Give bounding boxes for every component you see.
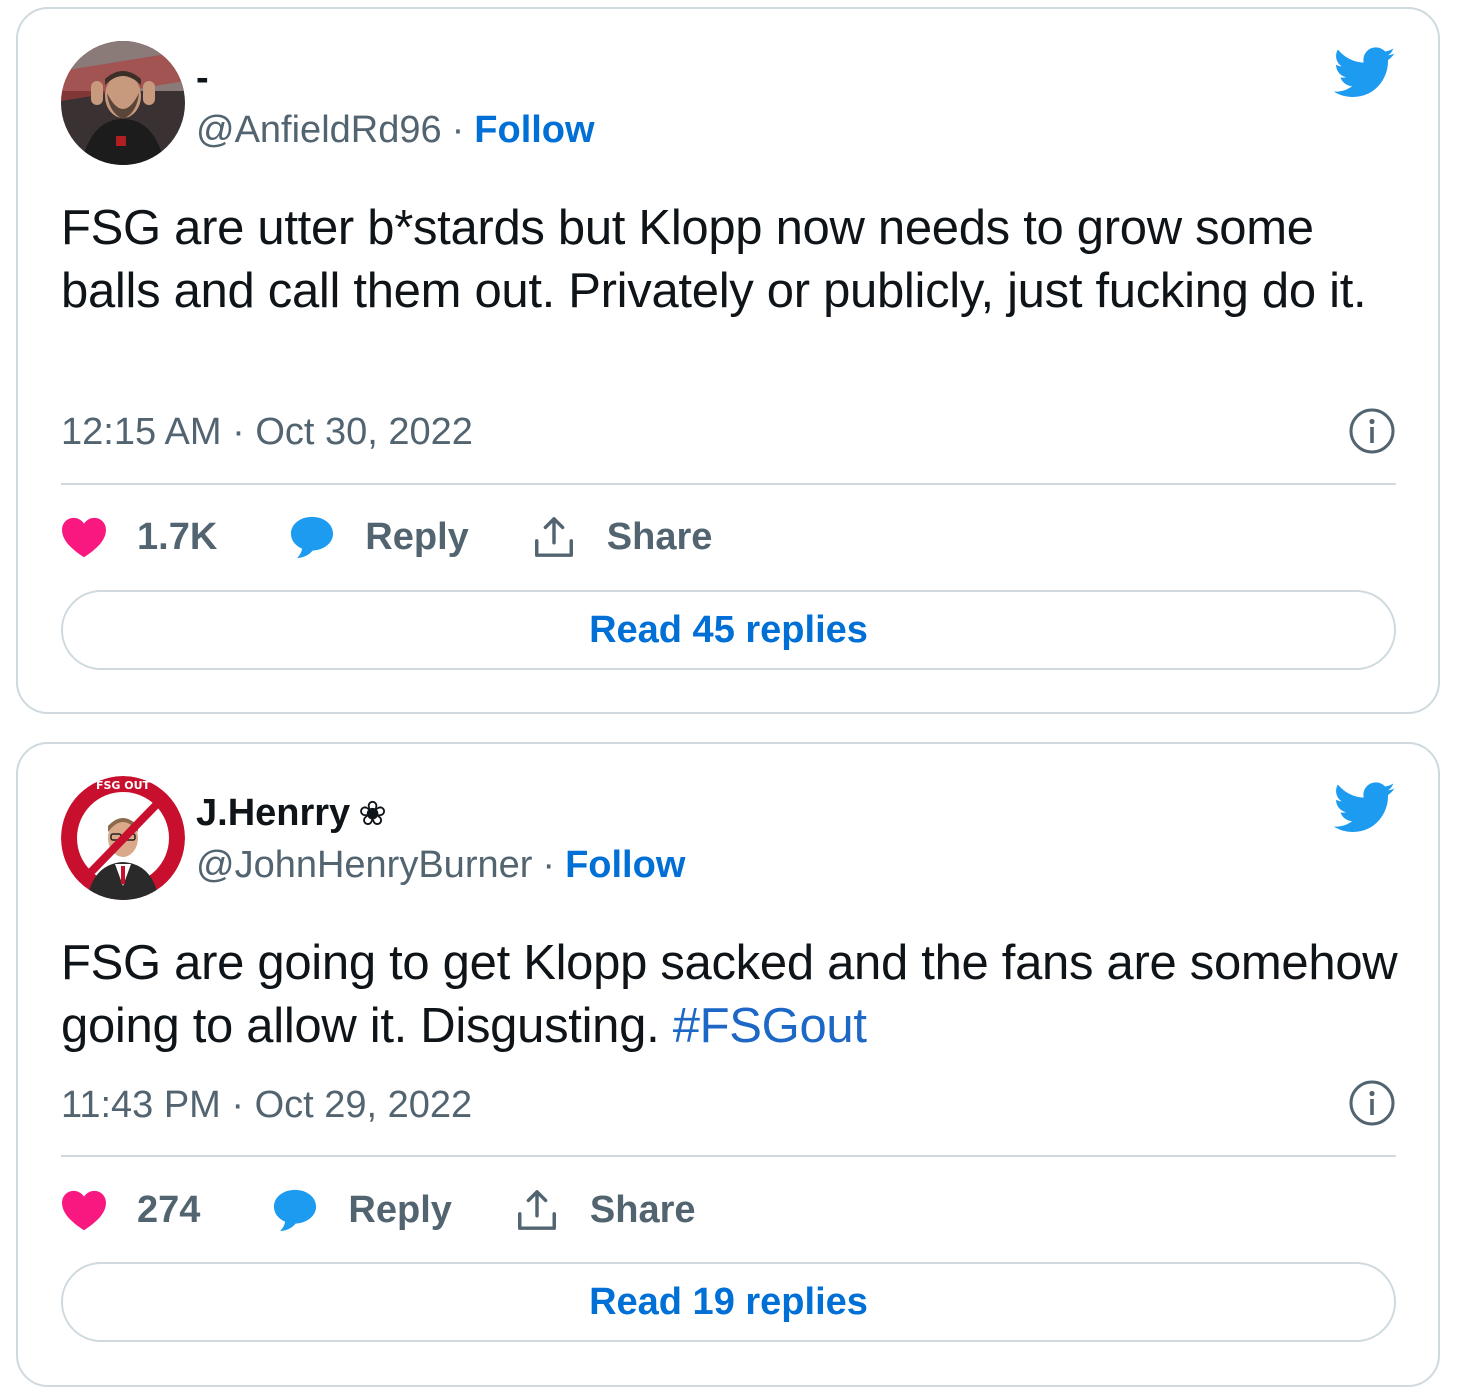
avatar[interactable]: FSG OUT	[61, 776, 185, 900]
like-count: 274	[137, 1188, 201, 1231]
share-label: Share	[606, 515, 713, 558]
divider	[61, 483, 1396, 485]
reply-bubble-icon	[274, 1189, 317, 1232]
timestamp[interactable]: 11:43 PM · Oct 29, 2022	[61, 1084, 472, 1127]
handle[interactable]: @JohnHenryBurner	[196, 844, 532, 886]
info-icon[interactable]	[1348, 1079, 1396, 1127]
action-row: 274 Reply Share	[61, 1180, 696, 1240]
follow-button[interactable]: Follow	[565, 844, 685, 886]
hashtag-link[interactable]: #FSGout	[673, 999, 867, 1053]
reply-label: Reply	[365, 515, 469, 558]
name-badge: ❀	[358, 795, 387, 833]
read-replies-label: Read 45 replies	[589, 608, 868, 651]
display-name-text[interactable]: J.Henrry	[196, 792, 350, 834]
divider	[61, 1155, 1396, 1157]
reply-button[interactable]: Reply	[272, 1188, 452, 1232]
follow-button[interactable]: Follow	[474, 109, 594, 151]
reply-bubble-icon	[291, 516, 334, 559]
display-name[interactable]: J.Henrry ❀	[196, 792, 387, 835]
share-upload-icon	[517, 1190, 556, 1230]
info-icon[interactable]	[1348, 407, 1396, 455]
display-name[interactable]: -	[196, 57, 209, 100]
like-count: 1.7K	[137, 515, 218, 558]
display-name-text[interactable]: -	[196, 57, 209, 99]
share-label: Share	[589, 1188, 696, 1231]
heart-icon	[62, 1190, 106, 1231]
twitter-bird-icon[interactable]	[1334, 47, 1396, 99]
read-replies-button[interactable]: Read 45 replies	[61, 590, 1396, 670]
tweet-card: - @AnfieldRd96 · Follow FSG are utter b*st…	[16, 7, 1440, 714]
twitter-bird-icon[interactable]	[1334, 782, 1396, 834]
like-button[interactable]: 274	[61, 1189, 200, 1232]
reply-label: Reply	[348, 1188, 452, 1231]
action-row: 1.7K Reply Share	[61, 507, 712, 567]
tweet-card: FSG OUT J.Henrry ❀ @JohnHenryBurner · Follo…	[16, 742, 1440, 1387]
avatar-ring-text: FSG OUT	[96, 779, 151, 792]
handle-row: @AnfieldRd96 · Follow	[196, 109, 595, 152]
handle[interactable]: @AnfieldRd96	[196, 109, 442, 151]
share-button[interactable]: Share	[531, 514, 713, 560]
reply-button[interactable]: Reply	[289, 515, 469, 559]
read-replies-button[interactable]: Read 19 replies	[61, 1262, 1396, 1342]
separator: ·	[542, 844, 556, 886]
share-upload-icon	[534, 517, 573, 557]
avatar[interactable]	[61, 41, 185, 165]
like-button[interactable]: 1.7K	[61, 516, 217, 559]
separator: ·	[451, 109, 465, 151]
timestamp[interactable]: 12:15 AM · Oct 30, 2022	[61, 411, 473, 454]
tweet-text-body: FSG are utter b*stards but Klopp now nee…	[61, 201, 1367, 318]
share-button[interactable]: Share	[514, 1187, 696, 1233]
tweet-text: FSG are utter b*stards but Klopp now nee…	[61, 197, 1398, 323]
heart-icon	[62, 517, 106, 558]
handle-row: @JohnHenryBurner · Follow	[196, 844, 685, 887]
tweet-text: FSG are going to get Klopp sacked and th…	[61, 932, 1398, 1058]
read-replies-label: Read 19 replies	[589, 1280, 868, 1323]
